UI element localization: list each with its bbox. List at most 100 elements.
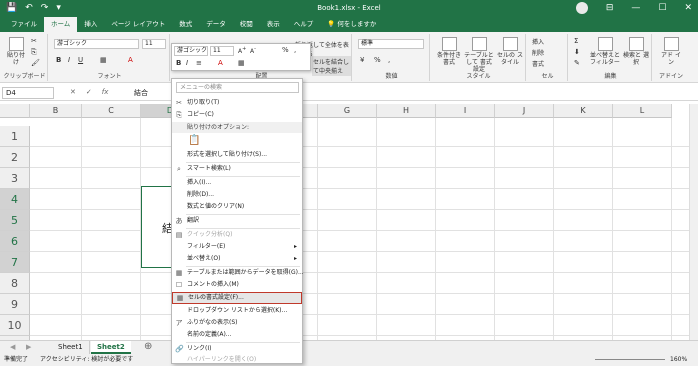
menu-item-delete[interactable]: 削除(D)... [172, 189, 302, 201]
percent-icon[interactable]: % [374, 56, 381, 64]
minimize-button[interactable]: — [631, 3, 640, 13]
tab-formulas[interactable]: 数式 [172, 17, 199, 32]
add-sheet-button[interactable]: ⊕ [138, 341, 158, 354]
column-header[interactable]: L [613, 104, 672, 118]
menu-item-paste-special[interactable]: 形式を選択して貼り付け(S)... [172, 149, 302, 161]
menu-item-dropdown-list[interactable]: ドロップダウン リストから選択(K)... [172, 305, 302, 317]
menu-item-copy[interactable]: ⎘ コピー(C) [172, 109, 302, 121]
avatar[interactable] [575, 2, 588, 14]
mini-bold-button[interactable]: B [176, 59, 181, 67]
row-header[interactable]: 6 [0, 231, 30, 252]
font-name-select[interactable]: 游ゴシック [54, 39, 139, 49]
zoom-slider[interactable] [595, 359, 665, 360]
addins-button[interactable]: アド イン [659, 37, 683, 66]
mini-comma-icon[interactable]: , [294, 46, 296, 54]
menu-item-cut[interactable]: ✂ 切り取り(T) [172, 97, 302, 109]
bold-button[interactable]: B [56, 56, 61, 64]
row-header[interactable]: 10 [0, 315, 30, 336]
close-button[interactable]: ✕ [684, 3, 692, 13]
tab-page-layout[interactable]: ページ レイアウト [104, 17, 172, 32]
fill-icon[interactable]: ⬇ [574, 48, 580, 56]
vertical-scrollbar[interactable] [689, 104, 698, 340]
menu-search-input[interactable]: メニューの検索 [176, 82, 299, 93]
menu-item-phonetic[interactable]: アふりがなの表示(S) [172, 317, 302, 329]
comma-icon[interactable]: , [388, 56, 390, 64]
cut-icon[interactable]: ✂ [31, 37, 37, 45]
autosum-icon[interactable]: Σ [574, 37, 578, 45]
column-header[interactable]: G [318, 104, 377, 118]
mini-font-select[interactable]: 游ゴシック [174, 46, 208, 56]
tab-home[interactable]: ホーム [44, 17, 78, 32]
tab-help[interactable]: ヘルプ [287, 17, 321, 32]
sort-filter-button[interactable]: 並べ替えと フィルター [590, 37, 620, 66]
column-header[interactable]: C [82, 104, 141, 118]
row-header[interactable]: 7 [0, 252, 30, 273]
tab-insert[interactable]: 挿入 [77, 17, 104, 32]
cancel-icon[interactable]: ✕ [70, 88, 76, 96]
column-header[interactable]: J [495, 104, 554, 118]
currency-icon[interactable]: ¥ [360, 56, 364, 64]
select-all-corner[interactable] [0, 104, 30, 118]
menu-item-smart-lookup[interactable]: ⌕ スマート検索(L) [172, 163, 302, 175]
next-sheet-icon[interactable]: ▶ [20, 341, 37, 354]
paste-button[interactable]: 貼り付け [5, 37, 27, 66]
font-color-icon[interactable]: A [128, 56, 133, 64]
mini-size-select[interactable]: 11 [210, 46, 234, 56]
border-icon[interactable]: ▦ [100, 56, 107, 64]
tell-me-search[interactable]: 💡 何をしますか [320, 17, 383, 32]
underline-button[interactable]: U [78, 56, 83, 64]
formula-input[interactable]: 結合 [134, 88, 148, 98]
paste-icon[interactable]: 📋 [188, 135, 200, 146]
mini-font-color-icon[interactable]: A [218, 59, 223, 67]
menu-item-sort[interactable]: 並べ替え(O) ▸ [172, 253, 302, 265]
zoom-level[interactable]: 160% [670, 354, 687, 366]
row-header[interactable]: 5 [0, 210, 30, 231]
row-header[interactable]: 8 [0, 273, 30, 294]
prev-sheet-icon[interactable]: ◀ [4, 341, 21, 354]
menu-item-format-cells[interactable]: ▦ セルの書式設定(F)... [172, 292, 302, 304]
conditional-format-button[interactable]: 条件付き 書式 [435, 37, 463, 66]
enter-icon[interactable]: ✓ [86, 88, 92, 96]
row-header[interactable]: 4 [0, 189, 30, 210]
insert-function-icon[interactable]: fx [102, 88, 109, 96]
mini-italic-button[interactable]: I [186, 59, 188, 67]
menu-item-filter[interactable]: フィルター(E) ▸ [172, 241, 302, 253]
format-as-table-button[interactable]: テーブルとして 書式設定 [464, 37, 494, 73]
italic-button[interactable]: I [68, 56, 70, 64]
mini-align-icon[interactable]: ≡ [196, 59, 202, 67]
row-header[interactable]: 1 [0, 126, 30, 147]
maximize-button[interactable]: ☐ [658, 3, 666, 13]
find-select-button[interactable]: 検索と 選択 [622, 37, 650, 66]
mini-percent-icon[interactable]: % [282, 46, 289, 54]
format-painter-icon[interactable]: 🖌 [31, 59, 40, 67]
tab-view[interactable]: 表示 [260, 17, 287, 32]
row-header[interactable]: 3 [0, 168, 30, 189]
format-cells-button[interactable]: 書式 [532, 59, 544, 68]
column-header[interactable]: I [436, 104, 495, 118]
menu-item-insert-comment[interactable]: ☐ コメントの挿入(M) [172, 279, 302, 291]
font-size-select[interactable]: 11 [142, 39, 166, 49]
worksheet-grid[interactable]: B C D E F G H I J K L 1 2 3 4 5 6 7 8 9 … [0, 104, 698, 340]
accessibility-status[interactable]: アクセシビリティ: 検討が必要です [40, 354, 133, 366]
row-header[interactable]: 2 [0, 147, 30, 168]
ribbon-display-icon[interactable]: ⊟ [606, 3, 614, 13]
name-box[interactable]: D4 [2, 87, 54, 99]
row-header[interactable]: 9 [0, 294, 30, 315]
menu-item-clear[interactable]: 数式と値のクリア(N) [172, 201, 302, 213]
tab-file[interactable]: ファイル [4, 17, 44, 32]
sheet-tab[interactable]: Sheet1 [52, 341, 90, 354]
sheet-tab-active[interactable]: Sheet2 [91, 341, 131, 354]
tab-review[interactable]: 校閲 [233, 17, 260, 32]
mini-border-icon[interactable]: ▦ [238, 59, 245, 67]
column-header[interactable]: K [554, 104, 613, 118]
cell-styles-button[interactable]: セルの スタイル [496, 37, 524, 66]
copy-icon[interactable]: ⎘ [31, 48, 37, 57]
number-format-select[interactable]: 標準 [358, 39, 424, 49]
menu-item-get-data[interactable]: ▦ テーブルまたは範囲からデータを取得(G)... [172, 267, 304, 279]
shrink-font-icon[interactable]: A- [250, 46, 256, 55]
clear-icon[interactable]: ✎ [574, 59, 580, 67]
column-header[interactable]: H [377, 104, 436, 118]
menu-item-insert[interactable]: 挿入(I)... [172, 177, 302, 189]
delete-cells-button[interactable]: 削除 [532, 48, 544, 57]
grow-font-icon[interactable]: A+ [238, 46, 246, 55]
